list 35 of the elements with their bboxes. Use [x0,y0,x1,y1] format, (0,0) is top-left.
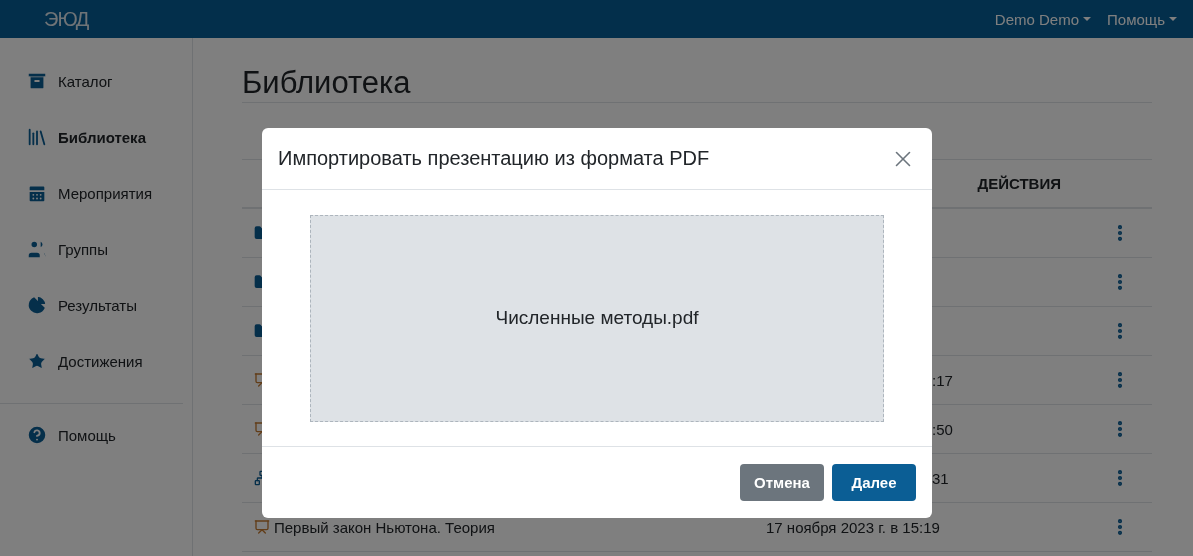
date-text: 17 ноября 2023 г. в 15:19 [766,518,940,536]
presentation-icon [254,421,262,437]
sidebar-item[interactable]: Библиотека [0,109,192,165]
network-icon [254,470,262,486]
books-icon [26,126,48,148]
logo[interactable]: ЭЮД [44,7,89,31]
menu-dropdown[interactable]: Demo Demo [994,10,1092,28]
folder-icon [254,225,262,241]
page-title: Библиотека [242,64,411,102]
pie-chart-icon [26,294,48,316]
help-icon [26,424,48,446]
caret-icon [1169,17,1177,21]
folder-icon [254,274,262,290]
date-text: :17 [932,371,953,389]
sidebar-item[interactable]: Достижения [0,333,192,389]
sidebar-item[interactable]: Мероприятия [0,165,192,221]
presentation-icon [254,372,262,388]
caret-icon [1083,17,1092,21]
presentation-icon [254,519,270,535]
next-button[interactable]: Далее [832,464,916,501]
date-text: :50 [932,420,953,438]
sidebar-item[interactable]: Результаты [0,277,192,333]
users-icon [26,238,48,260]
menu-dropdown[interactable]: Помощь [1107,10,1177,28]
drop-zone[interactable]: Численные методы.pdf [310,214,884,422]
archive-icon [26,70,48,92]
dialog-title: Импортировать презентацию из формата PDF [278,147,710,170]
item-name[interactable]: Первый закон Ньютона. Теория [274,518,495,536]
sidebar-item[interactable]: Помощь [0,407,192,463]
folder-icon [254,323,262,339]
sidebar-item[interactable]: Группы [0,221,192,277]
cancel-button[interactable]: Отмена [740,464,824,501]
column-header: ДЕЙСТВИЯ [977,175,1061,192]
sidebar-item[interactable]: Каталог [0,53,192,109]
date-text: 31 [932,469,949,487]
